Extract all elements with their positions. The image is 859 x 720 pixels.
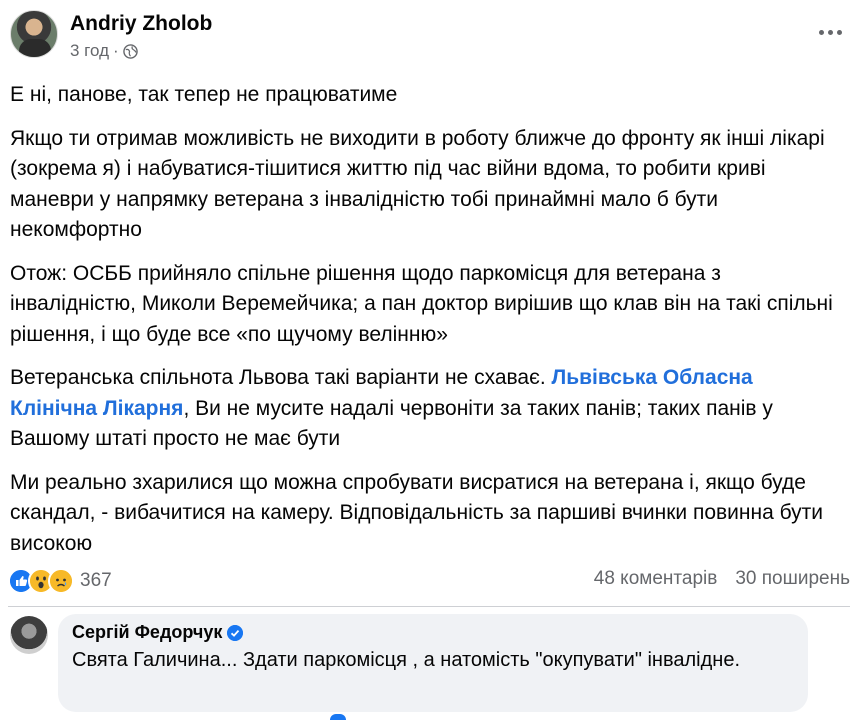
post-time[interactable]: 3 год [70,41,109,61]
shares-count-link[interactable]: 30 поширень [735,568,850,590]
commenter-avatar[interactable] [10,616,48,654]
commenter-name[interactable]: Сергій Федорчук [72,622,222,643]
comment-text: Свята Галичина... Здати паркомісця , а н… [72,649,741,671]
paragraph: Отож: ОСББ прийняло спільне рішення щодо… [10,261,833,346]
divider [8,606,850,607]
paragraph: Ми реально зхарилися що можна спробувати… [10,470,824,555]
reaction-count[interactable]: 367 [80,570,112,592]
post-text: Е ні, панове, так тепер не працюватиме Я… [10,80,840,572]
paragraph: Якщо ти отримав можливість не виходити в… [10,126,825,242]
sad-icon [48,568,74,594]
comments-count-link[interactable]: 48 коментарів [594,568,718,590]
paragraph: Е ні, панове, так тепер не працюватиме [10,83,398,106]
paragraph: Ветеранська спільнота Львова такі варіан… [10,363,840,455]
post-header: Andriy Zholob 3 год · [10,8,850,68]
author-name[interactable]: Andriy Zholob [70,12,212,36]
reaction-icon-partial [330,714,346,720]
globe-icon [122,43,138,59]
reactions-summary[interactable]: 367 [8,568,112,594]
more-options-button[interactable] [816,22,844,42]
author-avatar[interactable] [10,10,58,58]
post-meta: 3 год · [70,41,138,61]
comment-bubble: Сергій Федорчук Свята Галичина... Здати … [58,614,808,712]
paragraph-text: Ветеранська спільнота Львова такі варіан… [10,366,552,389]
engagement-counts: 48 коментарів 30 поширень [594,568,850,590]
post-stats: 367 48 коментарів 30 поширень [8,566,850,596]
commenter-name-row: Сергій Федорчук [72,622,794,643]
verified-badge-icon [227,624,244,641]
